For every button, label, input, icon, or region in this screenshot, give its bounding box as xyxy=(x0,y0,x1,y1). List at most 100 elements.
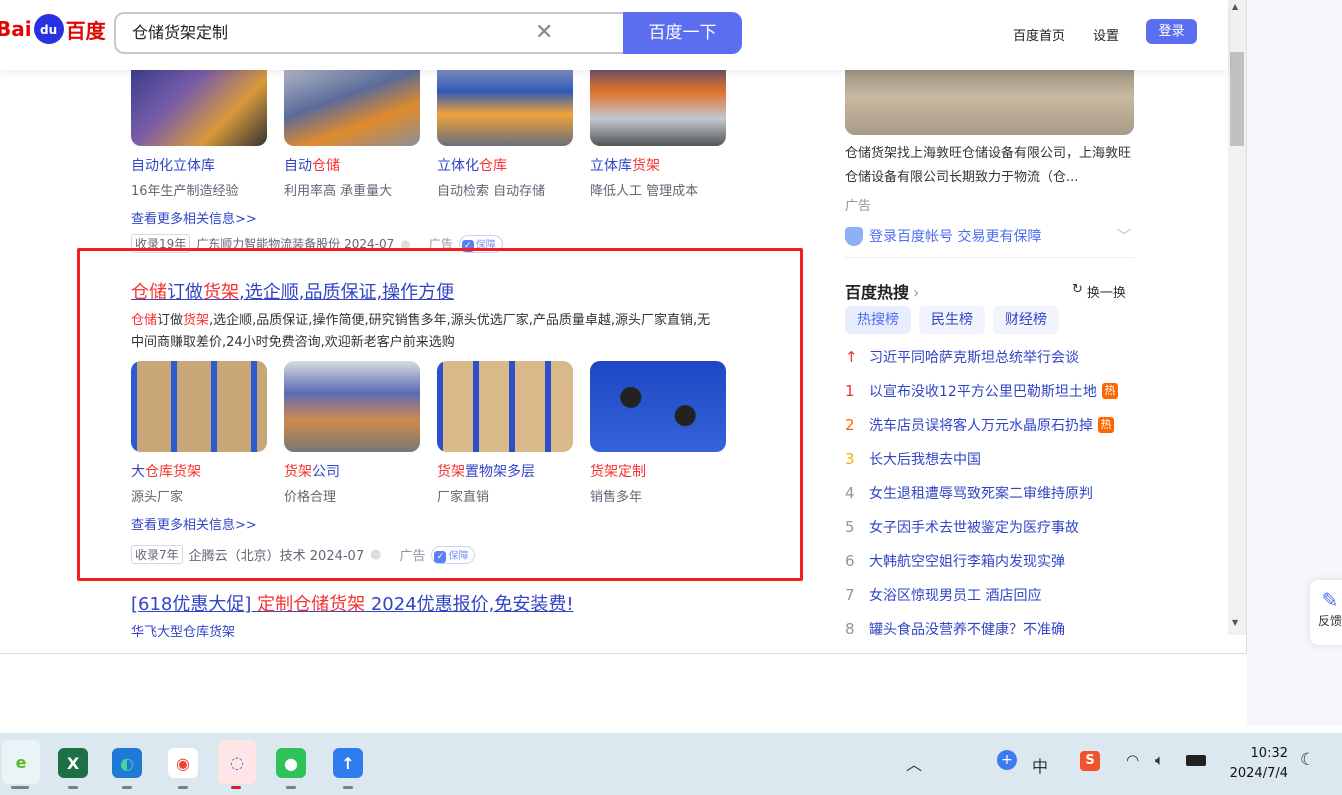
hot-item[interactable]: 7 女浴区惊现男员工 酒店回应 xyxy=(845,585,1041,605)
moon-icon[interactable]: ☾ xyxy=(1300,750,1315,770)
wecom-icon[interactable]: ◌ xyxy=(218,740,256,784)
result-image[interactable] xyxy=(131,361,267,452)
rank: 6 xyxy=(845,552,855,570)
sub-link[interactable]: 货架置物架多层 xyxy=(437,461,535,481)
sogou-icon[interactable]: S xyxy=(1080,751,1100,771)
scroll-up-icon[interactable]: ▲ xyxy=(1232,2,1238,11)
link-highlight: 仓储 xyxy=(312,158,340,174)
link-text: 置物架多层 xyxy=(465,464,535,480)
chevron-down-icon[interactable]: ﹀ xyxy=(1117,226,1131,246)
source-text[interactable]: 企腾云（北京）技术 2024-07 xyxy=(189,545,364,564)
rank: ↑ xyxy=(845,348,858,366)
result-image[interactable] xyxy=(284,361,420,452)
scrollbar-thumb[interactable] xyxy=(1230,52,1244,146)
tab-finance[interactable]: 财经榜 xyxy=(993,306,1059,334)
dropdown-icon[interactable]: ● xyxy=(370,547,381,562)
ie-browser-icon[interactable]: e xyxy=(2,740,40,784)
running-indicator xyxy=(286,786,296,789)
clear-icon[interactable]: ✕ xyxy=(535,20,553,45)
ad-text[interactable]: 仓储货架找上海敦旺仓储设备有限公司，上海敦旺仓储设备有限公司长期致力于物流（仓.… xyxy=(845,142,1135,190)
hot-title: 长大后我想去中国 xyxy=(869,452,981,468)
feedback-button[interactable]: ✎ 反馈 xyxy=(1310,580,1342,645)
hot-badge: 热 xyxy=(1098,417,1114,433)
ad-label: 广告 xyxy=(845,199,872,214)
hot-item[interactable]: 1 以宣布没收12平方公里巴勒斯坦土地热 xyxy=(845,381,1118,401)
edge-icon[interactable]: ◐ xyxy=(112,748,142,778)
sub-desc: 销售多年 xyxy=(590,490,643,505)
more-info-link[interactable]: 查看更多相关信息>> xyxy=(131,208,257,227)
sub-link[interactable]: 货架定制 xyxy=(590,461,646,481)
login-tip-text: 登录百度帐号 交易更有保障 xyxy=(869,229,1042,245)
sub-link[interactable]: 自动仓储 xyxy=(284,155,340,175)
sub-link[interactable]: 立体库货架 xyxy=(590,155,660,175)
hot-title: 女浴区惊现男员工 酒店回应 xyxy=(869,588,1042,604)
sub-link[interactable]: 货架公司 xyxy=(284,461,340,481)
baidu-home-link[interactable]: 百度首页 xyxy=(1013,25,1065,44)
desc-highlight: 货架 xyxy=(183,313,210,328)
result-image[interactable] xyxy=(590,361,726,452)
ad-label: 广告 xyxy=(399,549,426,564)
refresh-button[interactable]: ↻ 换一换 xyxy=(1072,282,1126,301)
scrollbar[interactable]: ▲ ▼ xyxy=(1228,0,1246,635)
chrome-icon[interactable]: ◉ xyxy=(168,748,198,778)
link-text: 立体化 xyxy=(437,158,479,174)
search-header: Bai du 百度 仓储货架定制 ✕ 百度一下 百度首页 设置 登录 xyxy=(0,0,1228,70)
hot-item[interactable]: 6 大韩航空空姐行李箱内发现实弹 xyxy=(845,551,1065,571)
hot-item[interactable]: 5 女子因手术去世被鉴定为医疗事故 xyxy=(845,517,1079,537)
rank: 4 xyxy=(845,484,855,502)
desc-text: ,选企顺,品质保证,操作简便,研究销售多年,源头优选厂家,产品质量卓越,源头厂家… xyxy=(131,313,711,350)
paw-icon: du xyxy=(33,14,64,44)
more-info-link[interactable]: 查看更多相关信息>> xyxy=(131,514,257,533)
result-subtitle[interactable]: 华飞大型仓库货架 xyxy=(131,621,235,640)
title-highlight: 货架 xyxy=(203,282,239,303)
link-highlight: 货架定制 xyxy=(590,464,646,480)
indexed-tag: 收录7年 xyxy=(131,545,183,564)
sub-link[interactable]: 立体化仓库 xyxy=(437,155,507,175)
clock[interactable]: 10:32 2024/7/4 xyxy=(1228,744,1288,784)
wifi-icon[interactable]: ◠ xyxy=(1126,751,1139,769)
ad-image[interactable] xyxy=(845,60,1134,135)
hot-item[interactable]: ↑ 习近平同哈萨克斯坦总统举行会谈 xyxy=(845,347,1079,367)
tab-livelihood[interactable]: 民生榜 xyxy=(919,306,985,334)
hot-title: 女子因手术去世被鉴定为医疗事故 xyxy=(869,520,1079,536)
guarantee-badge[interactable]: ✓ 保障 xyxy=(431,545,476,564)
login-button[interactable]: 登录 xyxy=(1146,19,1197,44)
running-indicator xyxy=(11,786,29,789)
title-text: 订做 xyxy=(167,282,203,303)
desc-text: 订做 xyxy=(157,313,184,328)
hot-item[interactable]: 2 洗车店员误将客人万元水晶原石扔掉热 xyxy=(845,415,1114,435)
wechat-icon[interactable]: ● xyxy=(276,748,306,778)
tab-hot[interactable]: 热搜榜 xyxy=(845,306,911,334)
volume-icon[interactable]: 🔈︎ xyxy=(1155,751,1164,769)
rank: 7 xyxy=(845,586,855,604)
hot-item[interactable]: 8 罐头食品没营养不健康？不准确 xyxy=(845,619,1065,639)
hot-item[interactable]: 3 长大后我想去中国 xyxy=(845,449,981,469)
divider xyxy=(845,257,1135,258)
settings-link[interactable]: 设置 xyxy=(1093,25,1119,44)
baidu-logo[interactable]: Bai du 百度 xyxy=(0,14,106,44)
search-button[interactable]: 百度一下 xyxy=(623,12,742,54)
hot-title: 女生退租遭辱骂致死案二审维持原判 xyxy=(869,486,1093,502)
login-tip[interactable]: 登录百度帐号 交易更有保障 xyxy=(845,226,1041,246)
baidu-netdisk-icon[interactable]: + xyxy=(997,750,1017,770)
result-title-link[interactable]: [618优惠大促] 定制仓储货架 2024优惠报价,免安装费! xyxy=(131,590,574,616)
feedback-text: 反馈 xyxy=(1317,614,1342,628)
chevron-up-icon[interactable]: ︿ xyxy=(906,751,922,775)
scroll-down-icon[interactable]: ▼ xyxy=(1232,618,1238,627)
app-icon[interactable]: ↑ xyxy=(333,748,363,778)
link-highlight: 货架 xyxy=(632,158,660,174)
link-text: 自动 xyxy=(284,158,312,174)
result-image[interactable] xyxy=(437,361,573,452)
sub-link[interactable]: 自动化立体库 xyxy=(131,155,215,175)
hot-item[interactable]: 4 女生退租遭辱骂致死案二审维持原判 xyxy=(845,483,1093,503)
sub-desc: 利用率高 承重量大 xyxy=(284,184,393,199)
hot-search-title[interactable]: 百度热搜 › xyxy=(845,279,919,303)
ime-indicator[interactable]: 中 xyxy=(1032,753,1048,777)
hot-title: 洗车店员误将客人万元水晶原石扔掉 xyxy=(869,418,1093,434)
running-indicator xyxy=(343,786,353,789)
battery-icon[interactable] xyxy=(1186,755,1206,766)
result-title-link[interactable]: 仓储订做货架,选企顺,品质保证,操作方便 xyxy=(131,278,454,304)
sub-link[interactable]: 大仓库货架 xyxy=(131,461,201,481)
excel-icon[interactable]: X xyxy=(58,748,88,778)
link-highlight: 货架 xyxy=(284,464,312,480)
